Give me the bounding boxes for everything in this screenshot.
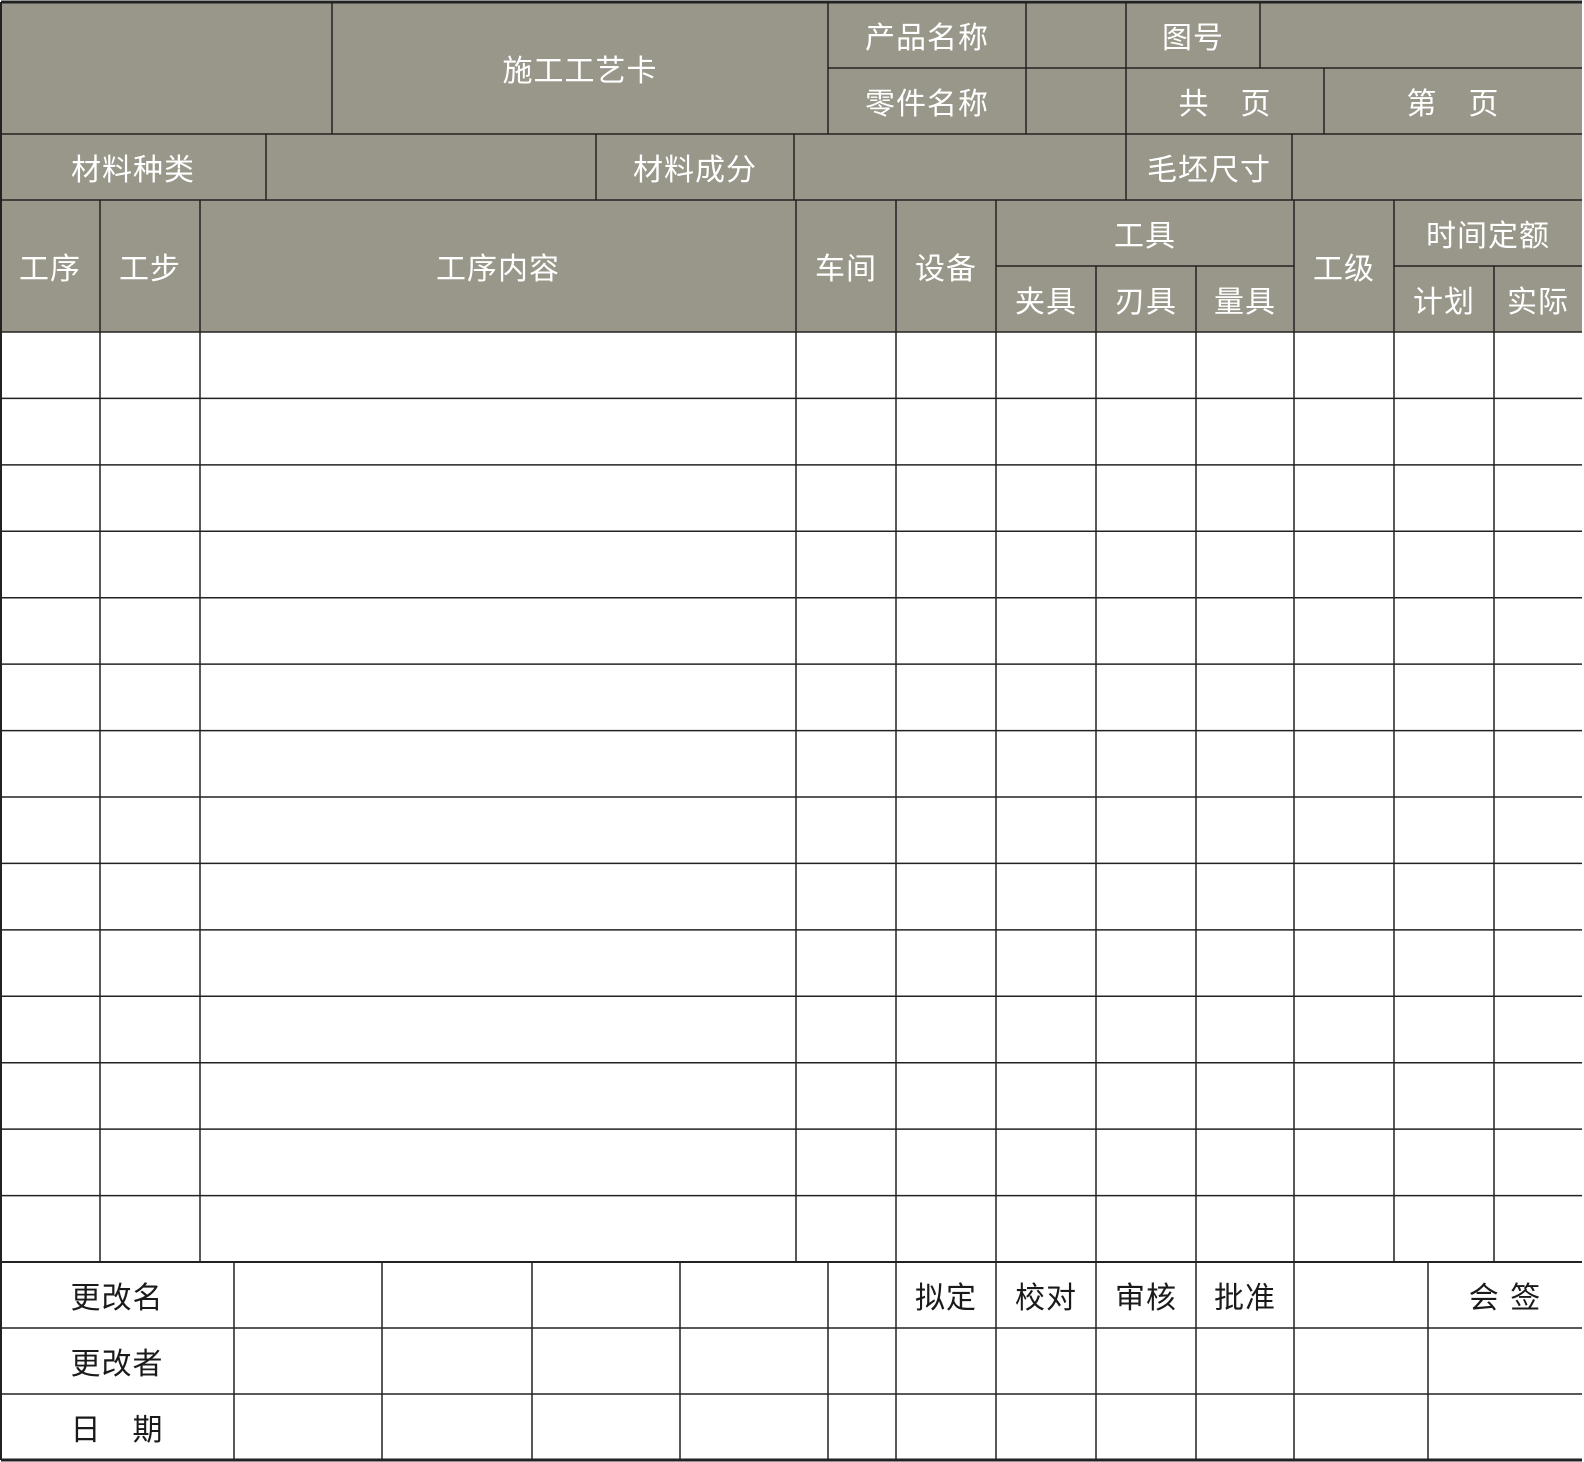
process-card-sheet: 施工工艺卡 产品名称 图号 零件名称 共 页 第 页 材料种类 材料成分 毛坯尺… [0,0,1584,1462]
col-time-quota: 时间定额 [1426,219,1550,254]
col-planned: 计划 [1413,285,1475,320]
proofread-label: 校对 [1015,1281,1077,1316]
review-label: 审核 [1115,1281,1177,1316]
product-name-label: 产品名称 [865,21,989,56]
page-number-label: 第 页 [1406,87,1500,122]
col-process: 工序 [19,252,81,287]
col-step: 工步 [119,252,181,287]
countersign-label: 会 签 [1468,1281,1542,1316]
blank-size-label: 毛坯尺寸 [1147,153,1271,188]
changer-label: 更改者 [70,1347,164,1382]
date-label: 日 期 [70,1413,164,1448]
col-workshop: 车间 [815,252,877,287]
col-equipment: 设备 [915,252,977,287]
material-type-label: 材料种类 [71,153,195,188]
change-name-label: 更改名 [70,1281,164,1316]
approve-label: 批准 [1214,1281,1276,1316]
material-composition-label: 材料成分 [633,153,757,188]
total-pages-label: 共 页 [1178,87,1272,122]
col-fixture: 夹具 [1015,285,1077,320]
part-name-label: 零件名称 [865,87,989,122]
col-gauge: 量具 [1214,285,1276,320]
draft-label: 拟定 [915,1281,977,1316]
col-tools: 工具 [1114,219,1176,254]
form-title: 施工工艺卡 [502,54,658,89]
col-content: 工序内容 [436,252,560,287]
col-cutter: 刃具 [1115,285,1177,320]
col-grade: 工级 [1313,252,1375,287]
col-actual: 实际 [1507,285,1569,320]
drawing-no-label: 图号 [1162,21,1224,56]
